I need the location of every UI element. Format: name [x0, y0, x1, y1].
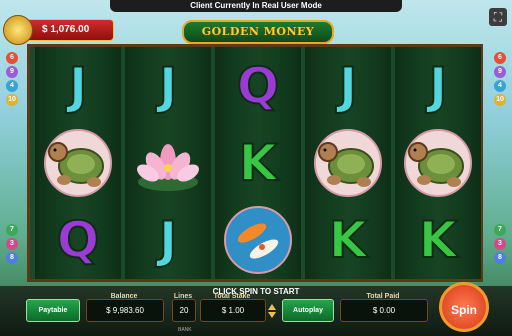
turtle-icon	[305, 124, 391, 201]
symbol-letter: Q	[236, 56, 280, 116]
symbol-j: J	[305, 47, 391, 124]
fullscreen-button[interactable]: ⛶	[489, 8, 507, 26]
stake-up-icon[interactable]	[268, 304, 276, 310]
line-marker: 9	[6, 66, 18, 78]
total-paid-display: $ 0.00	[340, 299, 428, 322]
reel-4: JK	[305, 47, 391, 279]
bank-label: BANK	[178, 327, 192, 333]
symbol-letter: K	[418, 210, 459, 270]
spin-label: Spin	[451, 303, 477, 317]
balance-display: $ 9,983.60	[86, 299, 164, 322]
balance-value: $ 9,983.60	[106, 306, 144, 315]
lines-value: 20	[179, 306, 189, 315]
total-paid-value: $ 0.00	[372, 306, 396, 315]
symbol-letter: K	[238, 133, 279, 193]
line-marker: 10	[494, 94, 506, 106]
line-marker: 7	[6, 224, 18, 236]
stake-stepper[interactable]	[268, 302, 277, 320]
symbol-letter: Q	[56, 210, 100, 270]
lines-display: 20	[172, 299, 196, 322]
top-balance-value: $ 1,076.00	[42, 24, 90, 35]
symbol-j: J	[35, 47, 121, 124]
paytable-button[interactable]: Paytable	[26, 299, 80, 322]
line-marker: 8	[494, 252, 506, 264]
line-marker: 4	[6, 80, 18, 92]
top-balance-display: $ 1,076.00	[3, 15, 114, 45]
symbol-k: K	[395, 201, 481, 278]
autoplay-button[interactable]: Autoplay	[282, 299, 334, 322]
symbol-j: J	[395, 47, 481, 124]
lotus-icon	[125, 124, 211, 201]
fullscreen-icon: ⛶	[493, 10, 503, 24]
line-marker: 3	[494, 238, 506, 250]
coin-icon	[3, 15, 33, 45]
reel-5: JK	[395, 47, 481, 279]
symbol-k: K	[215, 124, 301, 201]
symbol-letter: J	[158, 56, 179, 116]
stake-down-icon[interactable]	[268, 312, 276, 318]
left-line-markers: 6 9 4 10 7 3 8	[6, 52, 20, 266]
line-marker: 3	[6, 238, 18, 250]
symbol-letter: J	[338, 56, 359, 116]
line-marker: 4	[494, 80, 506, 92]
turtle-icon	[395, 124, 481, 201]
right-line-markers: 6 9 4 10 7 3 8	[494, 52, 508, 266]
line-marker: 9	[494, 66, 506, 78]
total-stake-value: $ 1.00	[221, 306, 245, 315]
line-marker: 6	[6, 52, 18, 64]
koi-icon	[215, 201, 301, 278]
symbol-letter: J	[68, 56, 89, 116]
symbol-q: Q	[215, 47, 301, 124]
symbol-q: Q	[35, 201, 121, 278]
autoplay-label: Autoplay	[293, 307, 323, 314]
mode-status-bar: Client Currently In Real User Mode	[110, 0, 402, 12]
line-marker: 8	[6, 252, 18, 264]
paytable-label: Paytable	[38, 307, 68, 314]
reel-3: QK	[215, 47, 301, 279]
symbol-j: J	[125, 201, 211, 278]
symbol-letter: J	[158, 210, 179, 270]
game-logo: GOLDEN MONEY FROG	[182, 20, 334, 58]
symbol-letter: K	[328, 210, 369, 270]
line-marker: 10	[6, 94, 18, 106]
spin-button[interactable]: Spin	[439, 282, 489, 332]
reel-2: JJ	[125, 47, 211, 279]
total-stake-display: $ 1.00	[200, 299, 266, 322]
line-marker: 6	[494, 52, 506, 64]
reel-frame: JQJJQKJKJK	[27, 44, 483, 282]
line-marker: 7	[494, 224, 506, 236]
turtle-icon	[35, 124, 121, 201]
symbol-letter: J	[428, 56, 449, 116]
reel-1: JQ	[35, 47, 121, 279]
symbol-k: K	[305, 201, 391, 278]
symbol-j: J	[125, 47, 211, 124]
